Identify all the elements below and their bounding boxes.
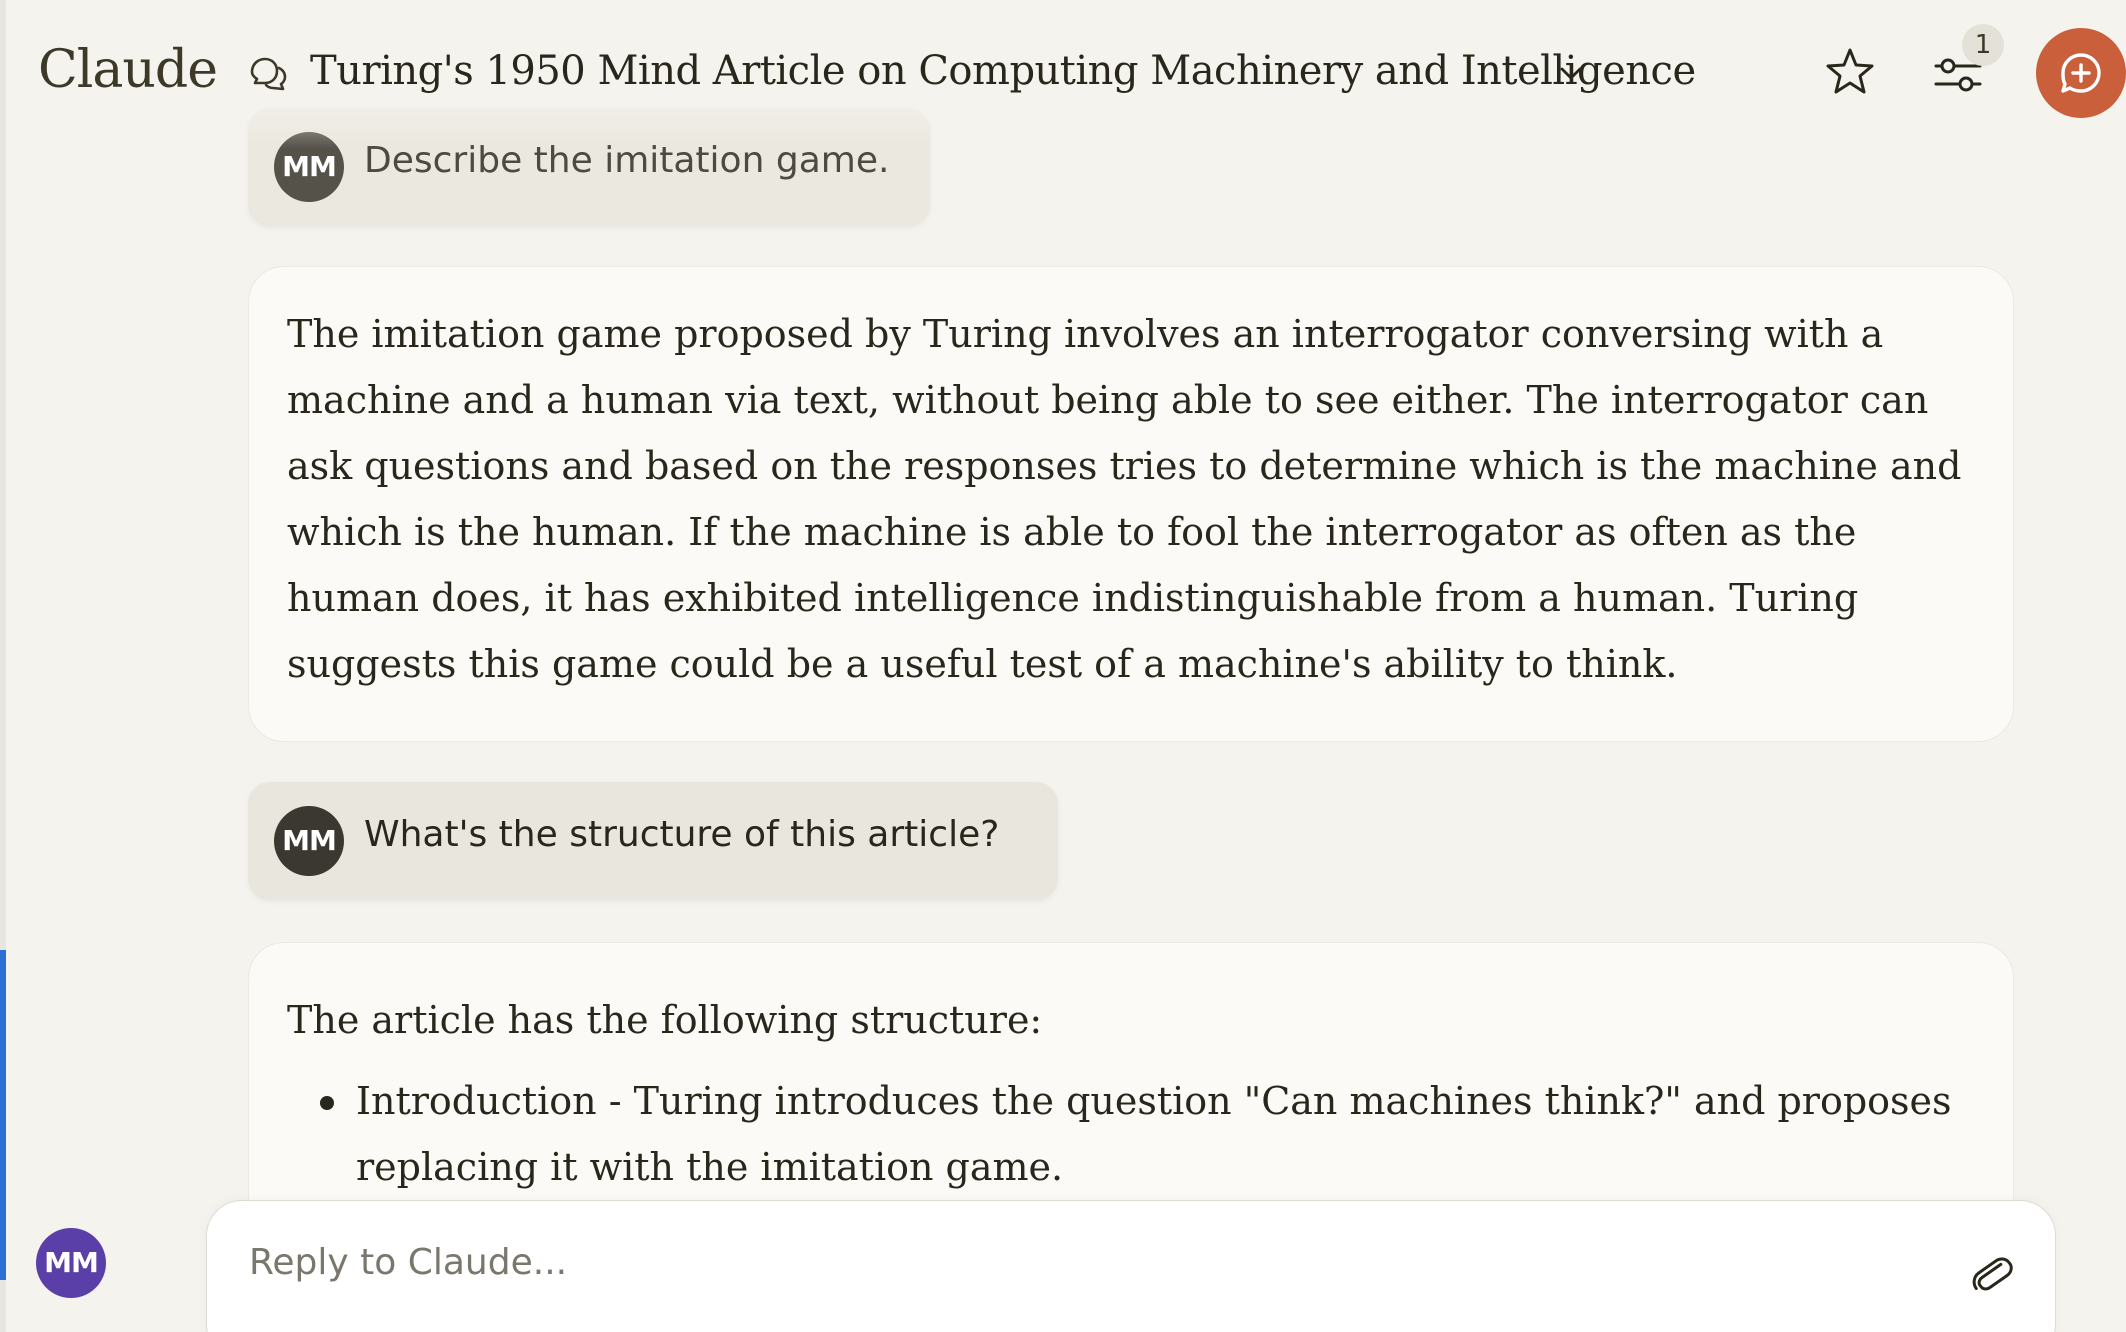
reply-composer [206,1200,2056,1332]
claude-logo[interactable]: Claude [38,40,218,100]
user-message-text: Describe the imitation game. [364,140,890,181]
chevron-down-icon[interactable] [1556,58,1586,88]
assistant-message: The imitation game proposed by Turing in… [248,266,2014,742]
user-message-text: What's the structure of this article? [364,814,1000,855]
conversation-title[interactable]: Turing's 1950 Mind Article on Computing … [310,48,1696,94]
app-window: Claude Turing's 1950 Mind Article on Com… [0,0,2126,1332]
assistant-intro: The article has the following structure: [287,998,1043,1042]
bullet-point [320,1096,334,1110]
user-message: MM Describe the imitation game. [248,108,930,226]
star-icon[interactable] [1822,44,1878,100]
avatar: MM [274,806,344,876]
avatar[interactable]: MM [36,1228,106,1298]
settings-count-badge: 1 [1962,24,2004,66]
new-chat-button[interactable] [2036,28,2126,118]
paperclip-icon[interactable] [1969,1251,2015,1297]
list-item: Introduction - Turing introduces the que… [356,1079,1952,1189]
assistant-paragraph: The imitation game proposed by Turing in… [287,312,1962,686]
chat-plus-icon [2061,53,2101,93]
chat-bubbles-icon [250,57,287,91]
reply-input[interactable] [247,1241,1851,1284]
avatar: MM [274,132,344,202]
sidebar-accent [0,950,6,1280]
user-message: MM What's the structure of this article? [248,782,1058,900]
